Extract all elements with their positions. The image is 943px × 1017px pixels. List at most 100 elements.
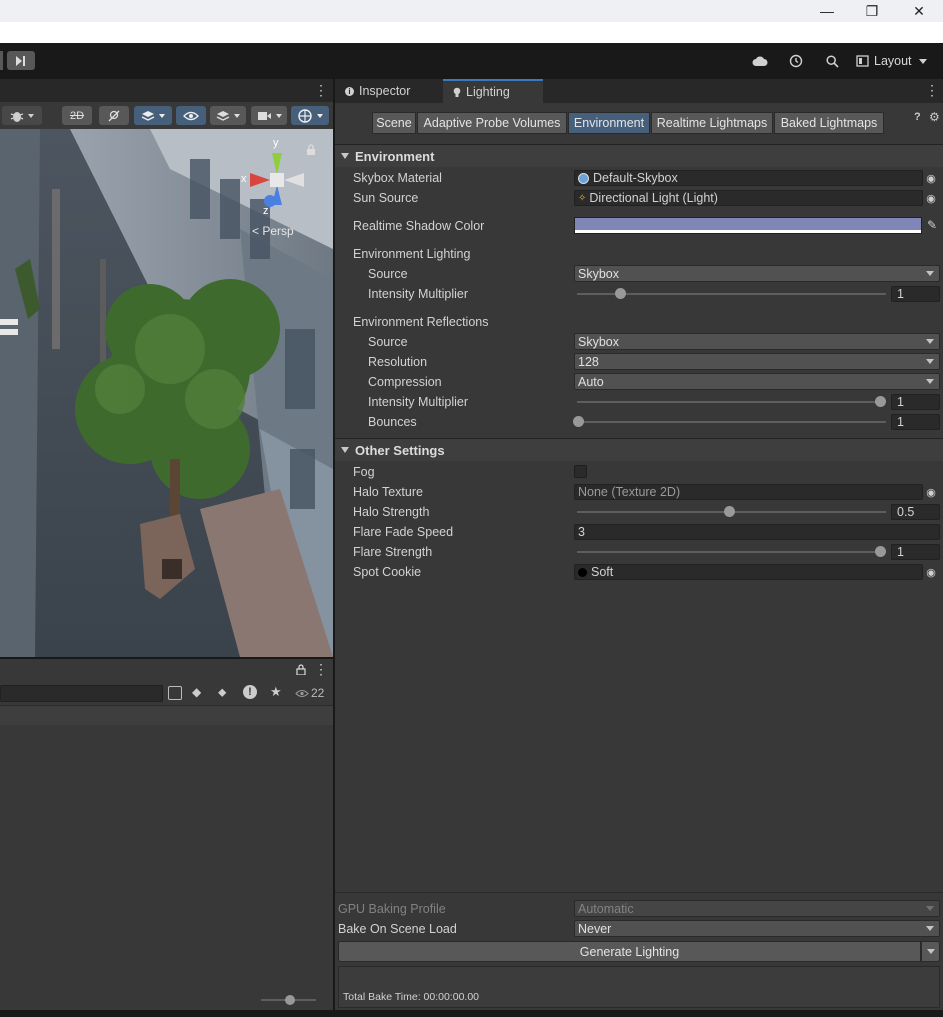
env-lighting-intensity-field[interactable]: 1: [891, 286, 940, 302]
debug-draw-button[interactable]: [2, 106, 42, 125]
scene-viewport[interactable]: y x z < Persp: [0, 129, 333, 657]
gizmo-lock-icon[interactable]: [306, 144, 316, 155]
env-reflections-bounces-value: 1: [897, 415, 904, 429]
generate-lighting-button[interactable]: Generate Lighting: [338, 941, 921, 962]
lighting-tab-adaptive-probe-volumes[interactable]: Adaptive Probe Volumes: [417, 112, 567, 134]
env-reflections-intensity-field[interactable]: 1: [891, 394, 940, 410]
eyedropper-icon[interactable]: ✎: [925, 218, 939, 232]
lighting-tab-environment-label: Environment: [573, 116, 645, 130]
layers-icon: [141, 110, 155, 121]
project-search-input[interactable]: [0, 685, 163, 702]
env-reflections-resolution-dropdown[interactable]: 128: [574, 353, 940, 370]
env-reflections-source-value: Skybox: [578, 334, 619, 349]
flare-fade-speed-label: Flare Fade Speed: [353, 525, 454, 539]
scene-more-icon[interactable]: ⋮: [314, 83, 328, 99]
flare-strength-field[interactable]: 1: [891, 544, 940, 560]
help-icon[interactable]: ?: [914, 111, 924, 123]
history-button[interactable]: [786, 52, 806, 70]
cloud-button[interactable]: [750, 52, 770, 70]
env-reflections-bounces-knob[interactable]: [573, 416, 584, 427]
lighting-tab-baked-lightmaps[interactable]: Baked Lightmaps: [774, 112, 884, 134]
project-browser[interactable]: [0, 725, 333, 1010]
object-picker-icon[interactable]: ◉: [924, 171, 938, 185]
close-button[interactable]: ✕: [899, 0, 939, 22]
env-reflections-bounces-field[interactable]: 1: [891, 414, 940, 430]
generate-lighting-options-button[interactable]: [921, 941, 940, 962]
lock-icon[interactable]: [296, 664, 308, 678]
maximize-button[interactable]: ❐: [852, 0, 892, 22]
visibility-button[interactable]: [176, 106, 206, 125]
label-filter-icon[interactable]: ⬥: [218, 685, 232, 701]
bake-on-scene-load-dropdown[interactable]: Never: [574, 920, 940, 937]
env-lighting-intensity-label: Intensity Multiplier: [368, 287, 469, 301]
play-button-edge[interactable]: [0, 51, 3, 70]
sun-source-field[interactable]: ✧ Directional Light (Light): [574, 190, 923, 206]
environment-section-header[interactable]: Environment: [335, 144, 943, 167]
minimize-button[interactable]: —: [807, 0, 847, 22]
env-lighting-source-value: Skybox: [578, 266, 619, 281]
lighting-tab-realtime-lightmaps[interactable]: Realtime Lightmaps: [651, 112, 773, 134]
skybox-material-label: Skybox Material: [353, 171, 442, 185]
halo-strength-knob[interactable]: [724, 506, 735, 517]
other-settings-section-header[interactable]: Other Settings: [335, 438, 943, 461]
layout-icon: [856, 55, 869, 67]
realtime-shadow-color-field[interactable]: [574, 217, 922, 234]
env-reflections-intensity-value: 1: [897, 395, 904, 409]
more-icon[interactable]: ⋮: [925, 83, 939, 99]
more-icon[interactable]: ⋮: [314, 662, 328, 678]
halo-texture-value: None (Texture 2D): [578, 485, 681, 499]
bug-icon: [10, 111, 24, 122]
zoom-slider-knob[interactable]: [285, 995, 295, 1005]
halo-texture-field[interactable]: None (Texture 2D): [574, 484, 923, 500]
chevron-down-icon: [275, 113, 282, 118]
env-reflections-intensity-slider[interactable]: [577, 401, 886, 403]
type-filter-icon[interactable]: ◆: [192, 685, 206, 701]
flare-fade-speed-field[interactable]: 3: [574, 524, 940, 540]
total-bake-time-label: Total Bake Time: 00:00:00.00: [343, 991, 480, 1003]
skybox-material-field[interactable]: Default-Skybox: [574, 170, 923, 186]
expand-triangle-icon: [341, 153, 349, 159]
tab-inspector[interactable]: i Inspector: [335, 79, 441, 103]
env-reflections-intensity-knob[interactable]: [875, 396, 886, 407]
spot-cookie-field[interactable]: Soft: [574, 564, 923, 580]
window-title-bar: — ❐ ✕: [0, 0, 943, 22]
persp-label[interactable]: < Persp: [252, 224, 294, 238]
step-icon: [16, 55, 25, 66]
lighting-toggle-button[interactable]: [99, 106, 129, 125]
env-lighting-source-dropdown[interactable]: Skybox: [574, 265, 940, 282]
tab-lighting[interactable]: Lighting: [443, 79, 543, 103]
lighting-tab-environment[interactable]: Environment: [568, 112, 650, 134]
search-button[interactable]: [822, 52, 842, 70]
chevron-down-icon: [317, 113, 323, 118]
skybox-material-value: Default-Skybox: [593, 171, 678, 185]
object-picker-icon[interactable]: ◉: [924, 565, 938, 579]
halo-strength-field[interactable]: 0.5: [891, 504, 940, 520]
warning-icon[interactable]: !: [243, 685, 257, 699]
object-picker-icon[interactable]: ◉: [924, 485, 938, 499]
flare-strength-knob[interactable]: [875, 546, 886, 557]
layers-button[interactable]: [210, 106, 246, 125]
step-button[interactable]: [7, 51, 35, 70]
gizmos-button[interactable]: [291, 106, 329, 125]
flare-strength-slider[interactable]: [577, 551, 886, 553]
search-scope-icon[interactable]: [168, 686, 182, 700]
object-picker-icon[interactable]: ◉: [924, 191, 938, 205]
visibility-count[interactable]: 22: [295, 685, 331, 701]
scene-tab-strip: ⋮: [0, 79, 333, 102]
env-reflections-compression-dropdown[interactable]: Auto: [574, 373, 940, 390]
effects-button[interactable]: [134, 106, 172, 125]
favorite-star-icon[interactable]: ★: [270, 684, 284, 700]
camera-button[interactable]: [251, 106, 287, 125]
flare-strength-label: Flare Strength: [353, 545, 433, 559]
scene-toolbar: 2D: [0, 102, 333, 130]
visible-count-label: 22: [311, 686, 325, 700]
chevron-down-icon: [926, 271, 934, 276]
layout-dropdown[interactable]: Layout: [856, 52, 932, 70]
lighting-tab-scene[interactable]: Scene: [372, 112, 416, 134]
fog-checkbox[interactable]: [574, 465, 587, 478]
history-icon: [789, 54, 803, 68]
toggle-2d-button[interactable]: 2D: [62, 106, 92, 125]
env-reflections-bounces-slider[interactable]: [577, 421, 886, 423]
env-reflections-source-dropdown[interactable]: Skybox: [574, 333, 940, 350]
settings-gear-icon[interactable]: ⚙: [929, 110, 941, 124]
